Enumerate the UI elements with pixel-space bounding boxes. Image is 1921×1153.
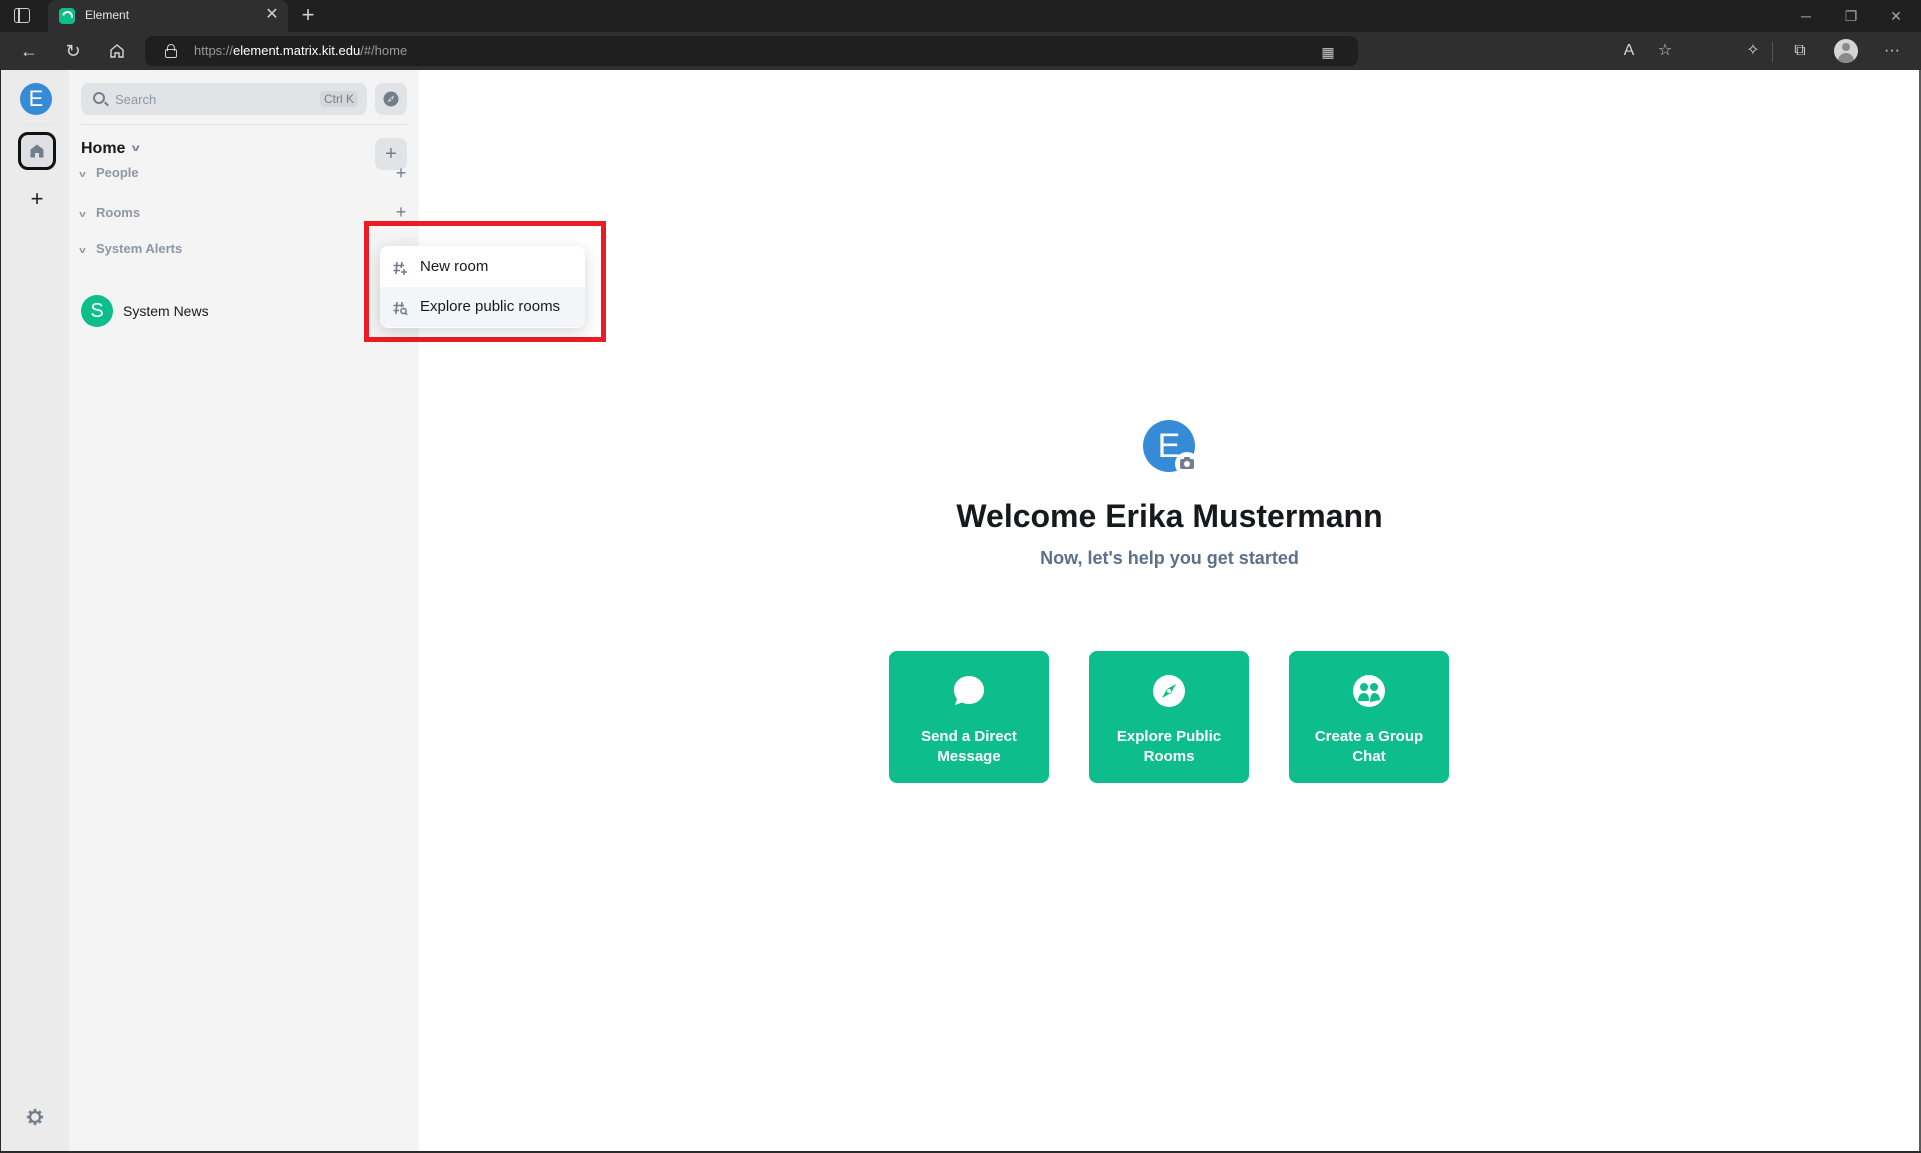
lock-icon[interactable] (165, 44, 177, 58)
element-app: E + Search Ctrl K Home v + v People + v … (1, 70, 1919, 1152)
room-name: System News (123, 303, 209, 319)
menu-item-explore-public-rooms[interactable]: Explore public rooms (380, 287, 585, 327)
explore-rooms-button[interactable] (375, 83, 407, 115)
welcome-title: Welcome Erika Mustermann (956, 498, 1383, 534)
add-rooms-button[interactable]: + (393, 203, 409, 221)
chat-bubble-icon (954, 676, 984, 705)
create-group-chat-button[interactable]: Create a Group Chat (1289, 651, 1449, 783)
chevron-down-icon: v (132, 143, 141, 154)
chevron-down-icon: v (79, 245, 86, 255)
rail-divider (19, 124, 55, 125)
add-favorite-icon[interactable]: ☆ (1653, 39, 1677, 63)
compass-icon (1153, 675, 1185, 707)
home-title: Home (81, 140, 126, 157)
cta-label: Send a Direct Message (921, 728, 1017, 765)
section-header-people[interactable]: v People (79, 165, 138, 180)
add-people-button[interactable]: + (393, 164, 409, 182)
restore-icon[interactable]: ❐ (1831, 4, 1871, 28)
browser-toolbar: ← ↻ https://element.matrix.kit.edu/#/hom… (0, 32, 1921, 70)
tab-title: Element (85, 8, 130, 22)
create-space-button[interactable]: + (25, 188, 49, 212)
app-available-icon[interactable]: ▦ (1318, 42, 1338, 62)
close-tab-icon[interactable]: ✕ (263, 5, 281, 25)
room-avatar: S (81, 295, 113, 327)
element-logo-icon (59, 8, 75, 24)
camera-icon[interactable] (1175, 452, 1199, 476)
address-bar[interactable]: https://element.matrix.kit.edu/#/home ▦ (145, 36, 1358, 66)
user-menu-avatar[interactable]: E (20, 83, 52, 115)
group-icon (1353, 675, 1385, 707)
refresh-icon[interactable]: ↻ (61, 39, 85, 63)
cta-label: Explore Public Rooms (1116, 728, 1222, 765)
room-tile-system-news[interactable]: S System News (81, 294, 407, 328)
welcome-subtitle: Now, let's help you get started (1040, 548, 1299, 568)
cta-label: Create a Group Chat (1314, 728, 1424, 765)
search-input[interactable]: Search Ctrl K (81, 83, 367, 115)
window-close-icon[interactable]: ✕ (1876, 4, 1916, 28)
browser-tab[interactable]: Element ✕ (48, 0, 288, 32)
compass-icon (383, 91, 399, 107)
home-space-button[interactable] (18, 132, 56, 170)
collections-icon[interactable]: ⧉ (1788, 39, 1812, 63)
rooms-add-context-menu: New room Explore public rooms (380, 246, 585, 328)
profile-icon[interactable] (1834, 39, 1858, 63)
search-placeholder: Search (115, 92, 157, 107)
chevron-down-icon: v (79, 169, 86, 179)
minimize-icon[interactable]: ─ (1786, 4, 1826, 28)
explore-rooms-icon (393, 301, 408, 316)
explore-public-rooms-button[interactable]: Explore Public Rooms (1089, 651, 1249, 783)
browser-titlebar: Element ✕ + ─ ❐ ✕ (0, 0, 1921, 32)
home-icon[interactable] (105, 39, 129, 63)
back-arrow-icon[interactable]: ← (17, 39, 41, 63)
quick-settings-gear-icon[interactable] (26, 1108, 44, 1126)
new-tab-icon[interactable]: + (296, 4, 320, 28)
toolbar-separator (1772, 42, 1773, 62)
space-rail: E + (1, 70, 69, 1152)
extensions-icon[interactable]: ✧ (1741, 39, 1765, 63)
section-header-system-alerts[interactable]: v System Alerts (79, 241, 182, 256)
new-room-icon (393, 261, 407, 275)
section-header-rooms[interactable]: v Rooms (79, 205, 140, 220)
url-text[interactable]: https://element.matrix.kit.edu/#/home (194, 43, 407, 58)
menu-label: Explore public rooms (420, 298, 561, 315)
more-icon[interactable]: ··· (1880, 39, 1904, 63)
read-aloud-icon[interactable]: A (1617, 39, 1641, 63)
menu-item-new-room[interactable]: New room (380, 247, 585, 287)
room-list-divider (81, 124, 407, 125)
send-direct-message-button[interactable]: Send a Direct Message (889, 651, 1049, 783)
chevron-down-icon: v (79, 209, 86, 219)
menu-label: New room (420, 258, 489, 275)
search-shortcut-hint: Ctrl K (320, 91, 358, 107)
home-context-menu-header[interactable]: Home v (81, 140, 141, 158)
home-space-icon (30, 144, 44, 158)
tab-actions-icon[interactable] (14, 8, 30, 23)
search-icon (93, 92, 105, 104)
